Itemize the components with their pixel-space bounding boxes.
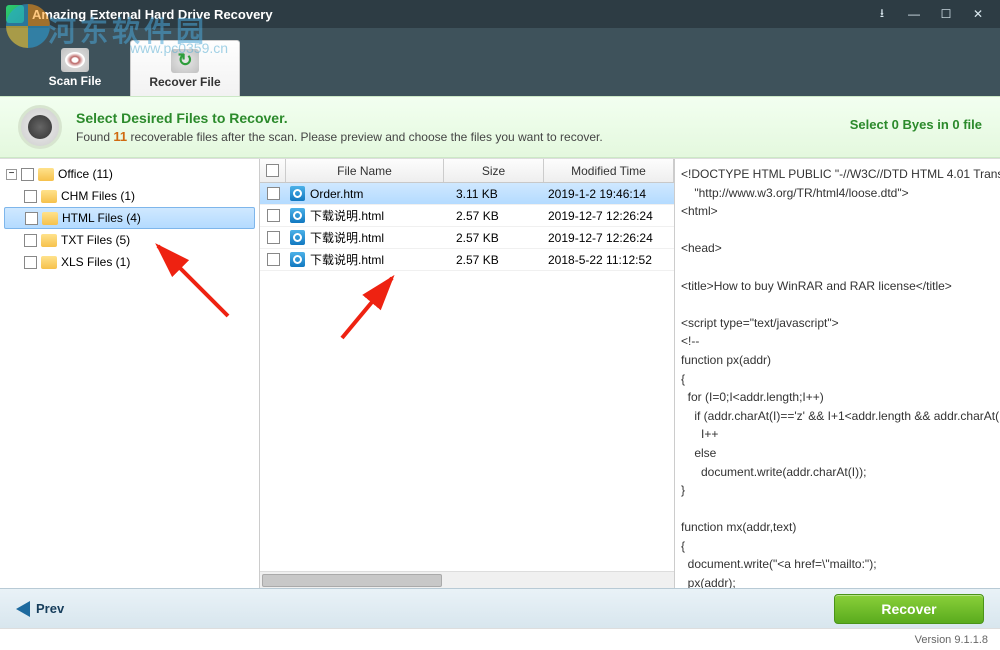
prev-button[interactable]: Prev [16,601,64,617]
cell-modified: 2019-12-7 12:26:24 [544,209,674,223]
tree-item-label: TXT Files (5) [61,233,130,247]
maximize-button[interactable]: ☐ [930,4,962,24]
cell-name: 下载说明.html [310,251,384,268]
version-text: Version 9.1.1.8 [915,634,988,646]
tab-recover-file[interactable]: Recover File [130,40,240,96]
file-type-tree: − Office (11) CHM Files (1) HTML Files (… [0,159,260,588]
tree-item-html[interactable]: HTML Files (4) [4,207,255,229]
banner-count: 11 [113,129,127,144]
folder-icon [41,234,57,247]
banner-headline: Select Desired Files to Recover. [76,110,603,126]
cell-size: 2.57 KB [444,253,544,267]
folder-icon [38,168,54,181]
banner-disk-icon [18,105,62,149]
grid-body: Order.htm 3.11 KB 2019-1-2 19:46:14 下载说明… [260,183,674,571]
cell-modified: 2019-1-2 19:46:14 [544,187,674,201]
checkbox[interactable] [24,256,37,269]
scan-icon [61,48,89,72]
checkbox[interactable] [24,234,37,247]
checkbox[interactable] [267,231,280,244]
version-bar: Version 9.1.1.8 [0,628,1000,650]
cell-size: 2.57 KB [444,209,544,223]
tree-root-office[interactable]: − Office (11) [4,163,255,185]
html-file-icon [290,230,305,245]
scrollbar-thumb[interactable] [262,574,442,587]
tree-item-xls[interactable]: XLS Files (1) [4,251,255,273]
recover-button[interactable]: Recover [834,594,984,624]
cell-name: 下载说明.html [310,229,384,246]
table-row[interactable]: 下载说明.html 2.57 KB 2019-12-7 12:26:24 [260,227,674,249]
cell-modified: 2019-12-7 12:26:24 [544,231,674,245]
cell-name: 下载说明.html [310,207,384,224]
tree-item-label: XLS Files (1) [61,255,130,269]
folder-icon [41,190,57,203]
banner-text: Select Desired Files to Recover. Found 1… [76,110,603,144]
col-modified[interactable]: Modified Time [544,159,674,182]
cell-name: Order.htm [310,187,363,201]
tree-item-label: HTML Files (4) [62,211,141,225]
prev-label: Prev [36,601,64,616]
table-row[interactable]: 下载说明.html 2.57 KB 2018-5-22 11:12:52 [260,249,674,271]
instruction-banner: Select Desired Files to Recover. Found 1… [0,96,1000,158]
recover-label: Recover [881,601,936,617]
app-title: Amazing External Hard Drive Recovery [32,7,866,22]
main-area: − Office (11) CHM Files (1) HTML Files (… [0,158,1000,588]
checkbox[interactable] [267,209,280,222]
folder-icon [41,256,57,269]
col-filename[interactable]: File Name [286,159,444,182]
footer-bar: Prev Recover [0,588,1000,628]
banner-sub-pre: Found [76,130,113,144]
select-all-checkbox-header[interactable] [260,159,286,182]
banner-subtext: Found 11 recoverable files after the sca… [76,129,603,144]
checkbox[interactable] [266,164,279,177]
tab-recover-label: Recover File [149,75,220,89]
file-list: File Name Size Modified Time Order.htm 3… [260,159,674,588]
tree-item-label: CHM Files (1) [61,189,135,203]
cell-size: 2.57 KB [444,231,544,245]
preview-pane: <!DOCTYPE HTML PUBLIC "-//W3C//DTD HTML … [674,159,1000,588]
close-button[interactable]: ✕ [962,4,994,24]
tab-bar: Scan File Recover File [0,28,1000,96]
recover-icon [171,49,199,73]
arrow-left-icon [16,601,30,617]
grid-header: File Name Size Modified Time [260,159,674,183]
folder-icon [42,212,58,225]
checkbox[interactable] [24,190,37,203]
tab-scan-file[interactable]: Scan File [20,40,130,96]
app-icon [6,5,24,23]
html-file-icon [290,186,305,201]
collapse-toggle[interactable]: − [6,169,17,180]
window-controls: ⭳ — ☐ ✕ [866,4,994,24]
selection-summary: Select 0 Byes in 0 file [850,117,982,132]
titlebar: Amazing External Hard Drive Recovery ⭳ —… [0,0,1000,28]
cell-size: 3.11 KB [444,187,544,201]
table-row[interactable]: Order.htm 3.11 KB 2019-1-2 19:46:14 [260,183,674,205]
tree-item-txt[interactable]: TXT Files (5) [4,229,255,251]
export-icon[interactable]: ⭳ [866,4,898,24]
html-file-icon [290,208,305,223]
table-row[interactable]: 下载说明.html 2.57 KB 2019-12-7 12:26:24 [260,205,674,227]
banner-sub-post: recoverable files after the scan. Please… [127,130,603,144]
col-size[interactable]: Size [444,159,544,182]
cell-modified: 2018-5-22 11:12:52 [544,253,674,267]
tree-root-label: Office (11) [58,167,113,181]
tab-scan-label: Scan File [49,74,102,88]
checkbox[interactable] [267,253,280,266]
minimize-button[interactable]: — [898,4,930,24]
checkbox[interactable] [25,212,38,225]
checkbox[interactable] [267,187,280,200]
checkbox[interactable] [21,168,34,181]
tree-item-chm[interactable]: CHM Files (1) [4,185,255,207]
horizontal-scrollbar[interactable] [260,571,674,588]
html-file-icon [290,252,305,267]
